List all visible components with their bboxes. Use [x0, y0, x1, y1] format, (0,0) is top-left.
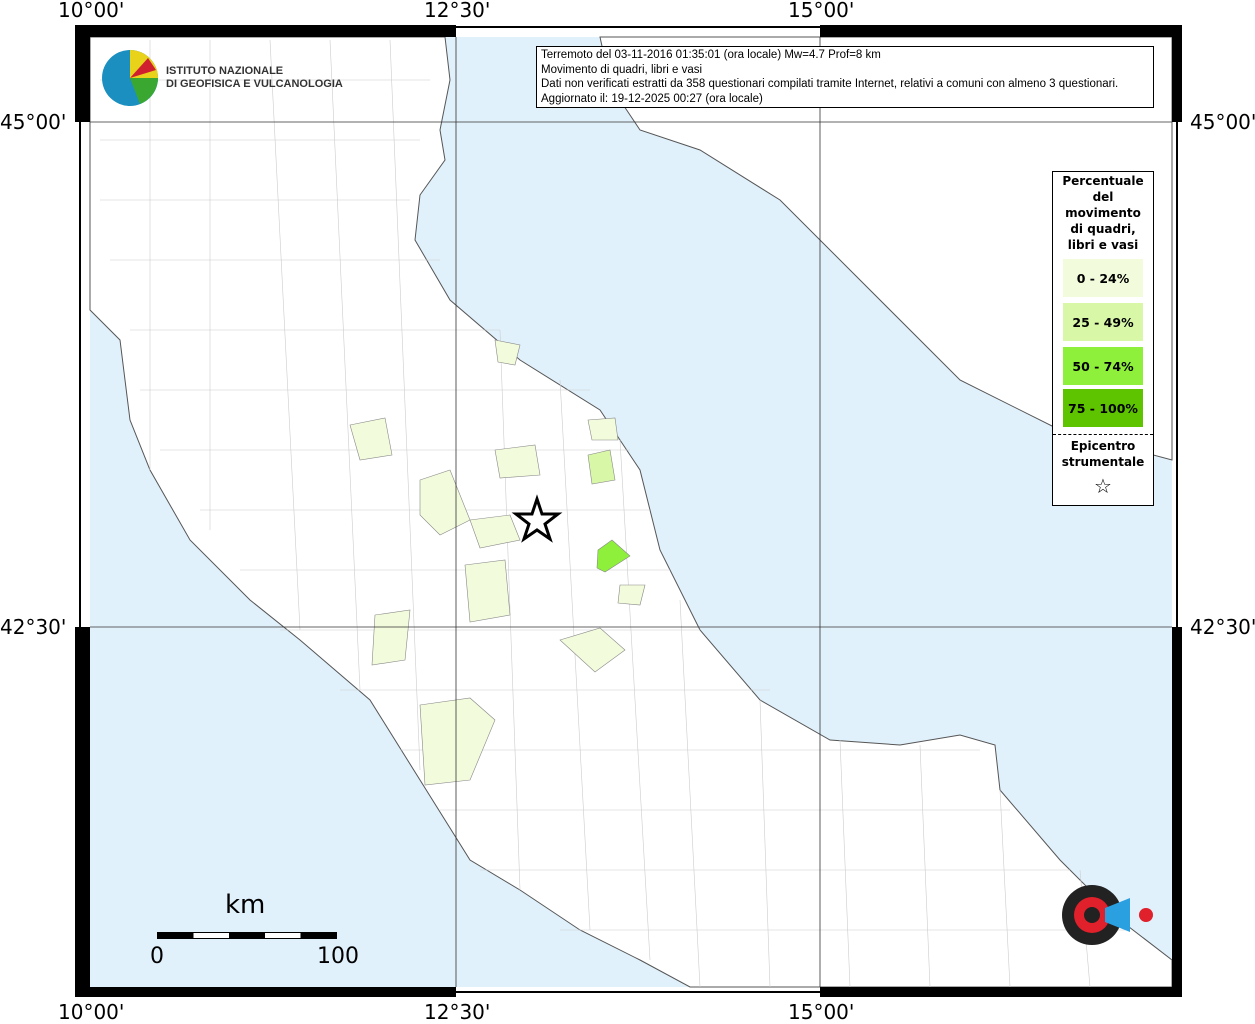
updated-time: Aggiornato il: 19-12-2025 00:27 (ora loc… — [541, 92, 763, 105]
legend-star-icon: ☆ — [1094, 474, 1112, 498]
legend-epicenter-label: strumentale — [1061, 455, 1145, 469]
legend-class-3: 75 - 100% — [1063, 389, 1143, 427]
legend-title: Percentuale del movimento di quadri, lib… — [1053, 173, 1153, 253]
legend-title-line: Percentuale — [1062, 174, 1144, 188]
scale-unit: km — [225, 890, 266, 920]
legend-title-line: del — [1092, 190, 1114, 204]
legend-class-0: 0 - 24% — [1063, 259, 1143, 297]
map-root: 10°00' 12°30' 15°00' 10°00' 12°30' 15°00… — [0, 0, 1255, 1024]
legend-epicenter-label: Epicentro — [1070, 439, 1136, 453]
lon-tick-top: 10°00' — [58, 0, 125, 22]
map-canvas — [75, 25, 1182, 997]
lon-tick-top: 15°00' — [788, 0, 855, 22]
event-info-box: Terremoto del 03-11-2016 01:35:01 (ora l… — [536, 46, 1154, 108]
globe-icon — [102, 50, 158, 106]
legend-title-line: libri e vasi — [1067, 238, 1139, 252]
map-subject: Movimento di quadri, libri e vasi — [541, 63, 703, 76]
scale-bar: km 0 100 — [150, 890, 359, 970]
lat-tick-left: 42°30' — [0, 615, 67, 639]
scale-bar-graphic — [157, 932, 337, 939]
lat-tick-left: 45°00' — [0, 110, 67, 134]
lon-tick-top: 12°30' — [424, 0, 491, 22]
ingv-logo: ISTITUTO NAZIONALE DI GEOFISICA E VULCANO… — [100, 48, 343, 108]
lon-tick-bottom: 10°00' — [58, 1000, 125, 1024]
legend-divider — [1053, 434, 1153, 435]
lat-tick-right: 45°00' — [1190, 110, 1255, 134]
legend-title-line: di quadri, — [1070, 222, 1136, 236]
ingv-name-1: ISTITUTO NAZIONALE — [166, 65, 284, 77]
lat-tick-right: 42°30' — [1190, 615, 1255, 639]
event-title: Terremoto del 03-11-2016 01:35:01 (ora l… — [541, 49, 881, 61]
scale-max: 100 — [317, 944, 359, 969]
ingv-name-2: DI GEOFISICA E VULCANOLOGIA — [166, 78, 343, 90]
scale-min: 0 — [150, 944, 164, 969]
legend-class-1: 25 - 49% — [1063, 303, 1143, 341]
data-note: Dati non verificati estratti da 358 ques… — [541, 78, 1119, 91]
lon-tick-bottom: 12°30' — [424, 1000, 491, 1024]
legend-class-2: 50 - 74% — [1063, 347, 1143, 385]
lon-tick-bottom: 15°00' — [788, 1000, 855, 1024]
legend-title-line: movimento — [1065, 206, 1141, 220]
legend: Percentuale del movimento di quadri, lib… — [1052, 171, 1154, 506]
